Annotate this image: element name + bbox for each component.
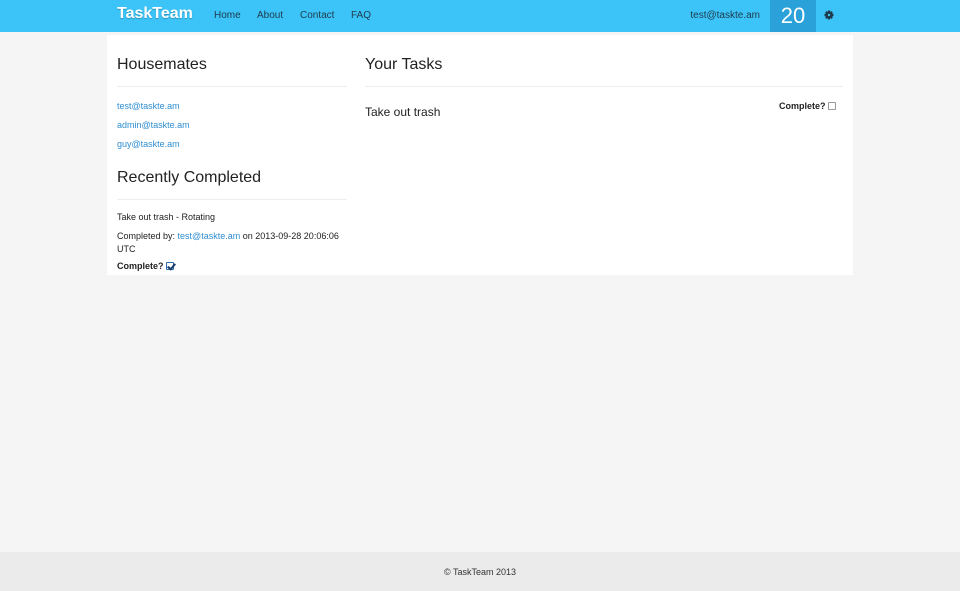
completed-task-name: Take out trash - Rotating bbox=[117, 212, 216, 222]
housemates-heading: Housemates bbox=[117, 56, 207, 73]
footer: © TaskTeam 2013 bbox=[0, 552, 960, 591]
housemate-link[interactable]: test@taskte.am bbox=[117, 101, 180, 111]
user-email[interactable]: test@taskte.am bbox=[690, 10, 760, 21]
completed-by-label: Completed by: bbox=[117, 231, 176, 241]
main-content: Housemates test@taskte.am admin@taskte.a… bbox=[107, 35, 853, 275]
divider bbox=[117, 86, 347, 87]
top-navbar: TaskTeam Home About Contact FAQ test@tas… bbox=[0, 0, 960, 32]
nav-contact[interactable]: Contact bbox=[300, 10, 334, 21]
divider bbox=[117, 199, 347, 200]
brand-logo[interactable]: TaskTeam bbox=[117, 5, 193, 23]
divider bbox=[365, 86, 843, 87]
complete-label: Complete? bbox=[779, 101, 826, 111]
task-name: Take out trash bbox=[365, 105, 441, 119]
footer-copyright: © TaskTeam 2013 bbox=[443, 567, 516, 577]
nav-about[interactable]: About bbox=[257, 10, 283, 21]
complete-label: Complete? bbox=[117, 261, 164, 271]
complete-checkbox[interactable] bbox=[827, 102, 836, 110]
your-tasks-heading: Your Tasks bbox=[365, 56, 443, 73]
recently-completed-heading: Recently Completed bbox=[117, 169, 262, 186]
housemate-link[interactable]: admin@taskte.am bbox=[117, 120, 190, 130]
completed-on-text: on bbox=[242, 231, 253, 241]
task-complete-toggle: Complete? bbox=[779, 101, 836, 111]
nav-home[interactable]: Home bbox=[214, 10, 241, 21]
completed-timestamp: 2013-09-28 20:06:06 bbox=[255, 231, 339, 241]
gear-icon[interactable] bbox=[820, 6, 838, 24]
completed-by-line: Completed by: test@taskte.am on 2013-09-… bbox=[117, 230, 347, 256]
housemate-link[interactable]: guy@taskte.am bbox=[117, 139, 180, 149]
nav-faq[interactable]: FAQ bbox=[351, 10, 371, 21]
completed-timezone: UTC bbox=[117, 244, 136, 254]
points-counter: 20 bbox=[770, 0, 816, 32]
complete-checkbox-checked[interactable] bbox=[165, 262, 174, 270]
completed-by-user-link[interactable]: test@taskte.am bbox=[178, 231, 241, 241]
completed-status: Complete? bbox=[117, 261, 174, 271]
